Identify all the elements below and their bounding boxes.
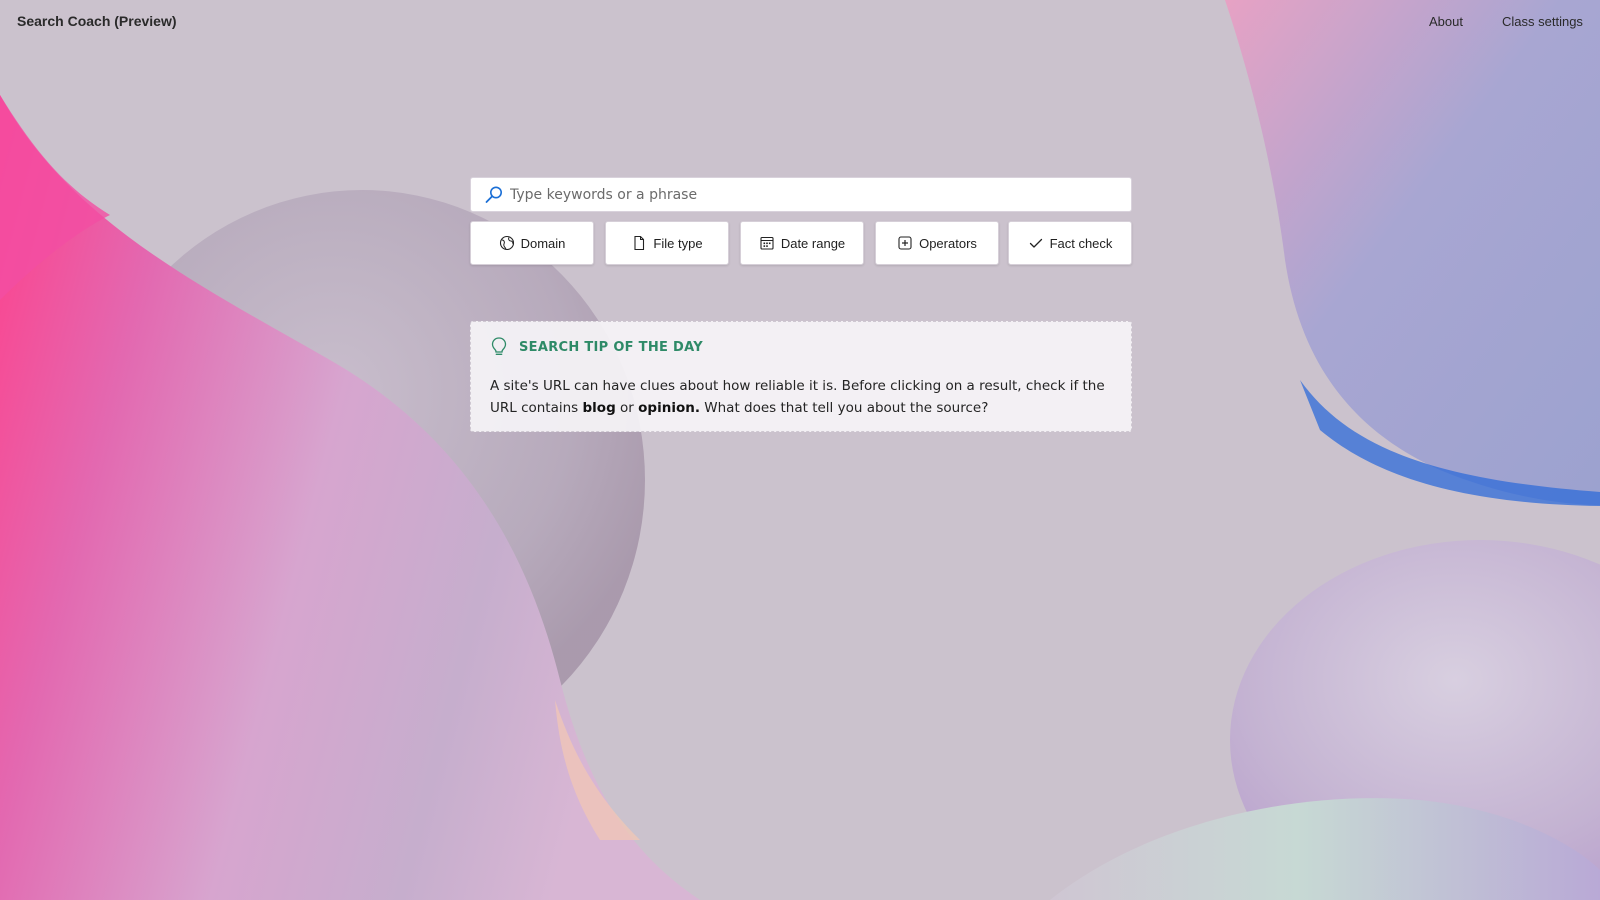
top-bar: Search Coach (Preview) About Class setti… xyxy=(0,0,1600,44)
tip-title: SEARCH TIP OF THE DAY xyxy=(519,339,703,355)
app-title: Search Coach (Preview) xyxy=(17,13,177,29)
domain-filter-label: Domain xyxy=(520,235,566,251)
globe-icon xyxy=(499,235,515,251)
file-type-filter-button[interactable]: File type xyxy=(605,221,729,265)
file-type-filter-label: File type xyxy=(653,235,703,251)
search-bar[interactable] xyxy=(470,177,1132,212)
tip-bold-blog: blog xyxy=(582,400,616,416)
date-range-filter-label: Date range xyxy=(780,235,846,251)
calendar-icon xyxy=(759,235,775,251)
fact-check-filter-label: Fact check xyxy=(1049,235,1113,251)
date-range-filter-button[interactable]: Date range xyxy=(740,221,864,265)
fact-check-filter-button[interactable]: Fact check xyxy=(1008,221,1132,265)
search-tip-card: SEARCH TIP OF THE DAY A site's URL can h… xyxy=(470,321,1132,432)
search-input[interactable] xyxy=(510,179,1110,210)
nav-about-link[interactable]: About xyxy=(1429,14,1463,29)
file-icon xyxy=(631,235,647,251)
nav-class-settings-link[interactable]: Class settings xyxy=(1502,14,1583,29)
tip-header: SEARCH TIP OF THE DAY xyxy=(489,336,703,358)
tip-bold-opinion: opinion. xyxy=(638,400,700,416)
checkmark-icon xyxy=(1028,235,1044,251)
tip-text-part3: What does that tell you about the source… xyxy=(699,400,989,416)
operators-filter-button[interactable]: Operators xyxy=(875,221,999,265)
plus-box-icon xyxy=(897,235,913,251)
search-icon xyxy=(484,185,504,205)
filter-toolbar: Domain File type Date range Operators Fa… xyxy=(470,221,1132,265)
background-artwork xyxy=(0,0,1600,900)
operators-filter-label: Operators xyxy=(919,235,977,251)
tip-body: A site's URL can have clues about how re… xyxy=(490,375,1110,419)
lightbulb-icon xyxy=(489,336,509,358)
domain-filter-button[interactable]: Domain xyxy=(470,221,594,265)
tip-text-part2: or xyxy=(615,400,639,416)
